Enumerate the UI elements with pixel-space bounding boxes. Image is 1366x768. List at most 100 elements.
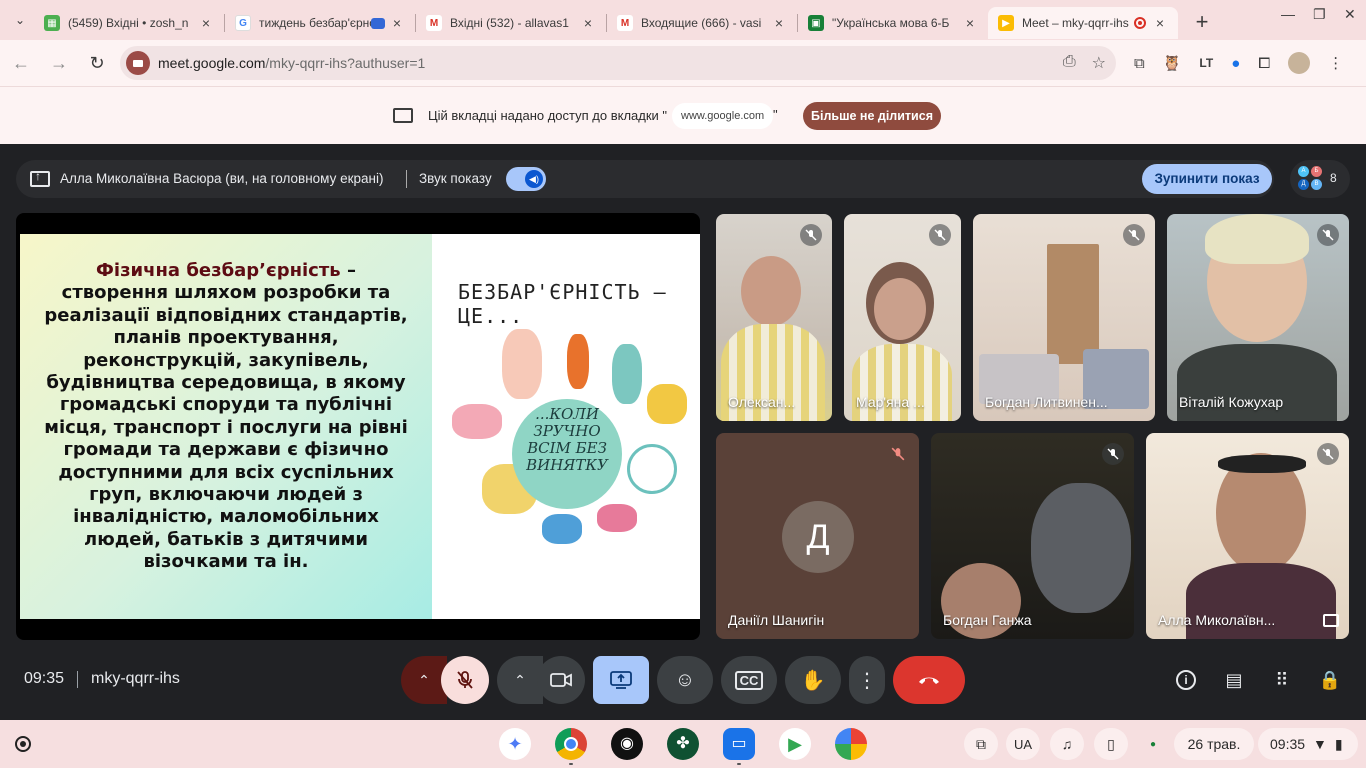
tab-6-active[interactable]: ▶ Meet – mky-qqrr-ihs × [988,7,1178,39]
phone-hub-icon[interactable]: ▯ [1094,728,1128,760]
blue-extension-icon[interactable]: ● [1231,55,1240,72]
stop-sharing-button[interactable]: Більше не ділитися [803,102,941,130]
camera-toggle-button[interactable] [537,656,585,704]
closing-quote: " [773,107,778,122]
owl-extension-icon[interactable]: 🦉 [1163,54,1182,72]
input-language[interactable]: UA [1006,728,1040,760]
photos-app-icon[interactable] [835,728,867,760]
emoji-reaction-button[interactable]: ☺ [657,656,713,704]
gmail-favicon-icon: M [617,15,633,31]
participant-tile[interactable]: Богдан Литвинен... [973,214,1155,421]
files-app-icon[interactable]: ▭ [723,728,755,760]
slide-poster: БЕЗБАР'ЄРНІСТЬ — ЦЕ... ...КОЛИ ЗРУЧНО ВС… [432,234,700,619]
translate-icon[interactable]: ⎙ [1063,53,1076,73]
muted-mic-icon [1317,443,1339,465]
share-sound-toggle[interactable]: ◀) [506,167,546,191]
participants-button[interactable]: А Б Д В 8 [1290,160,1350,198]
participant-avatar: Д [782,501,854,573]
close-tab-icon[interactable]: × [962,15,978,31]
tab-title: "Українська мова 6-Б [832,16,950,30]
gemini-app-icon[interactable]: ✦ [499,728,531,760]
mic-toggle-button[interactable] [441,656,489,704]
tab-4[interactable]: M Входящие (666) - vasi × [607,7,797,39]
date-display[interactable]: 26 трав. [1174,728,1254,760]
stop-presenting-button[interactable]: Зупинити показ [1142,164,1272,194]
participant-tile[interactable]: Богдан Ганжа [931,433,1134,639]
restore-window-icon[interactable]: ❐ [1313,6,1326,23]
participant-tile[interactable]: Олексан... [716,214,832,421]
gmail-tab-favicon-icon: ▦ [44,15,60,31]
participant-tile[interactable]: Віталій Кожухар [1167,214,1349,421]
video-camera-icon [550,673,572,687]
cast-tab-icon [371,17,385,29]
host-controls-lock-icon[interactable]: 🔒 [1318,668,1342,692]
poster-doodle [612,344,642,404]
tab-title: тиждень безбар'єрно [259,16,371,30]
profile-avatar[interactable] [1288,52,1311,74]
battery-icon: ▮ [1334,735,1343,752]
forward-arrow-icon[interactable]: → [42,46,76,80]
launcher-icon[interactable] [15,736,31,752]
cast-app-icon[interactable]: ◉ [611,728,643,760]
close-tab-icon[interactable]: × [580,15,596,31]
close-tab-icon[interactable]: × [1152,15,1168,31]
participant-tile[interactable]: Мар'яна ... [844,214,961,421]
close-tab-icon[interactable]: × [198,15,214,31]
leave-call-button[interactable] [893,656,965,704]
back-arrow-icon[interactable]: ← [4,46,38,80]
running-indicator [737,763,741,765]
activities-grid-icon[interactable]: ⠿ [1270,668,1294,692]
lt-extension-icon[interactable]: LT [1199,56,1213,70]
participant-tile-self[interactable]: Алла Миколаївн... [1146,433,1349,639]
classroom-favicon-icon: ▣ [808,15,824,31]
url-text[interactable]: meet.google.com/mky-qqrr-ihs?authuser=1 [158,55,425,71]
participant-tile[interactable]: Д Даніїл Шанигін [716,433,919,639]
sharing-message: Цій вкладці надано доступ до вкладки " [428,108,668,123]
meeting-info-icon[interactable]: i [1174,668,1198,692]
tab-3[interactable]: M Вхідні (532) - allavas1 × [416,7,606,39]
participant-name: Олексан... [728,394,796,410]
browser-toolbar: ← → ↻ meet.google.com/mky-qqrr-ihs?authu… [0,40,1366,86]
google-favicon-icon: G [235,15,251,31]
participant-name: Віталій Кожухар [1179,394,1284,410]
participant-name: Алла Миколаївн... [1158,612,1276,628]
chrome-app-icon[interactable] [555,728,587,760]
google-workspace-app-icon[interactable]: ✤ [667,728,699,760]
poster-doodle [542,514,582,544]
close-tab-icon[interactable]: × [771,15,787,31]
holding-space-icon[interactable]: ⧉ [964,728,998,760]
kebab-menu-icon[interactable]: ⋮ [1328,54,1343,72]
tab-2[interactable]: G тиждень безбар'єрно × [225,7,415,39]
shared-site-chip[interactable]: www.google.com [672,103,774,129]
minimize-window-icon[interactable]: — [1281,6,1295,22]
raise-hand-button[interactable]: ✋ [785,656,841,704]
new-tab-plus-icon[interactable]: + [1188,8,1216,36]
chat-icon[interactable]: ▤ [1222,668,1246,692]
tab-sharing-banner: Цій вкладці надано доступ до вкладки " w… [0,86,1366,144]
reload-icon[interactable]: ↻ [80,46,114,80]
play-store-app-icon[interactable]: ▶ [779,728,811,760]
picture-in-picture-icon[interactable] [1323,614,1339,627]
present-now-button[interactable] [593,656,649,704]
system-tray[interactable]: 09:35 ▼ ▮ [1258,728,1358,760]
bookmark-star-icon[interactable]: ☆ [1092,53,1106,73]
site-camera-icon[interactable] [126,51,150,75]
poster-doodle [452,404,502,439]
close-window-icon[interactable]: ✕ [1344,6,1356,23]
captions-button[interactable]: CC [721,656,777,704]
extensions-puzzle-icon[interactable]: ⧠ [1258,55,1270,72]
tab-search-icon[interactable]: ⧉ [1134,55,1145,72]
share-sound-label: Звук показу [419,171,492,186]
tab-search-chevron-icon[interactable]: ⌄ [6,6,34,34]
media-controls-icon[interactable]: ♫ [1050,728,1084,760]
tab-1[interactable]: ▦ (5459) Вхідні • zosh_n × [34,7,224,39]
slide-definition-text: Фізична безбар’єрність – створення шляхо… [20,234,432,619]
close-tab-icon[interactable]: × [389,15,405,31]
muted-mic-icon [929,224,951,246]
tab-5[interactable]: ▣ "Українська мова 6-Б × [798,7,988,39]
address-bar[interactable]: meet.google.com/mky-qqrr-ihs?authuser=1 … [120,46,1116,80]
more-options-button[interactable]: ⋮ [849,656,885,704]
presentation-stage[interactable]: Фізична безбар’єрність – створення шляхо… [16,213,700,640]
speaker-icon: ◀) [525,170,543,188]
slide-term: Фізична безбар’єрність [96,260,341,281]
